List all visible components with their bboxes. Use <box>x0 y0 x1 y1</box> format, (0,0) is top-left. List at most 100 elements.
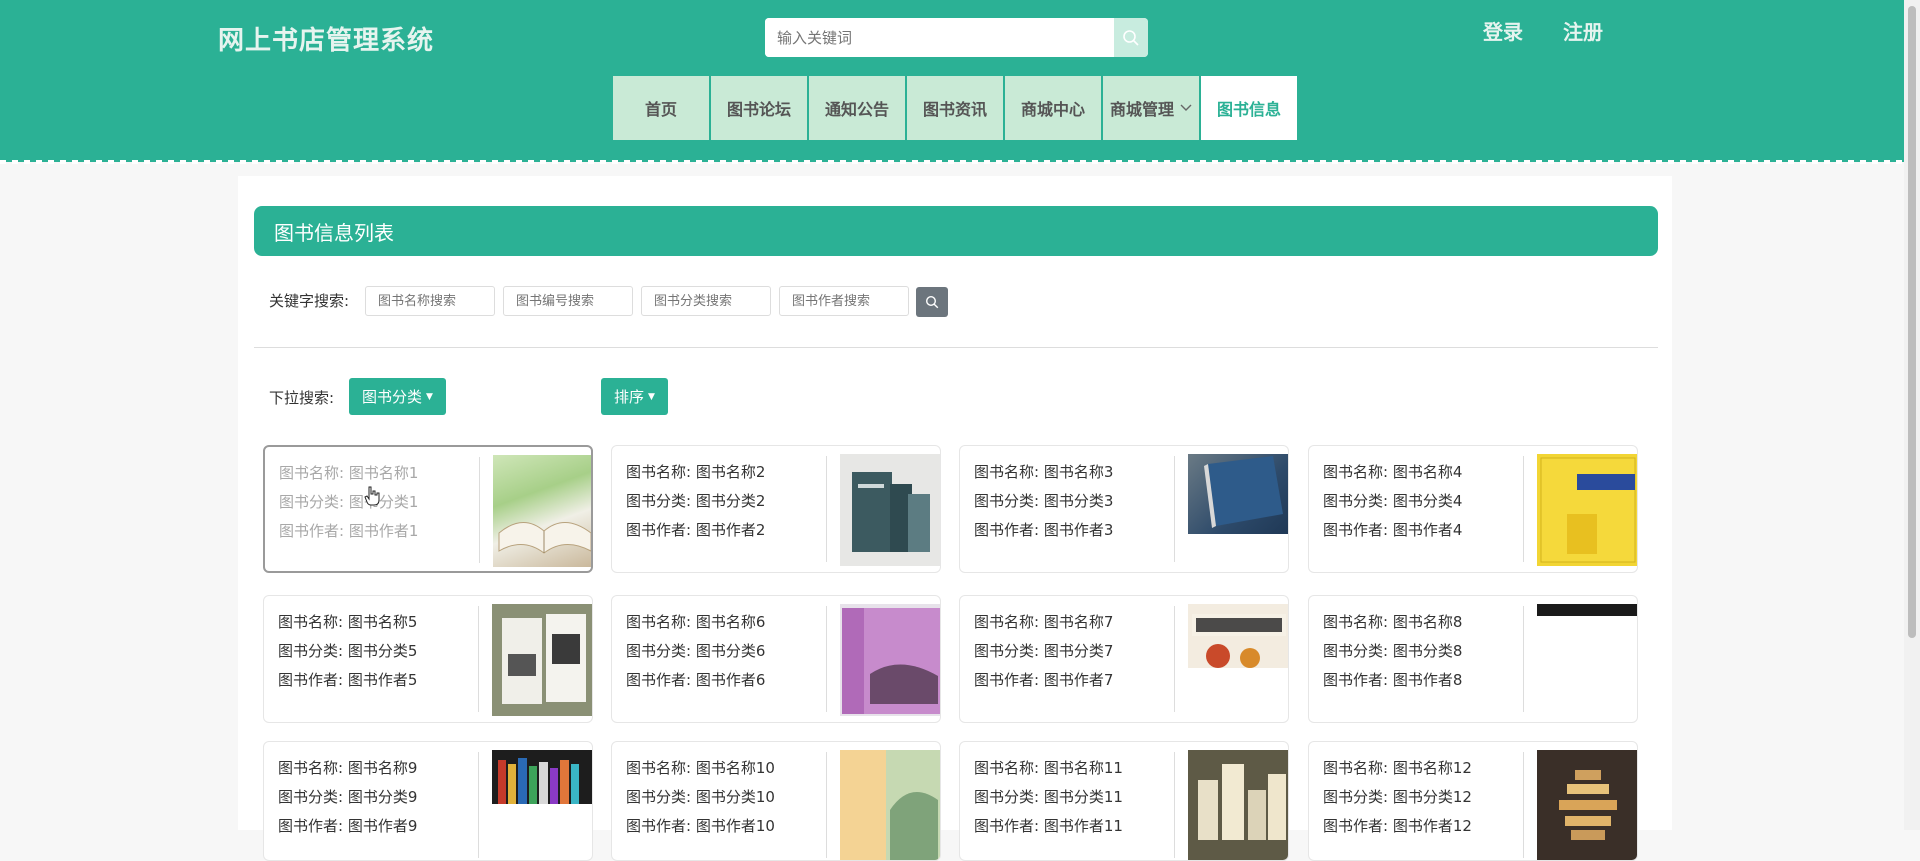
global-search-input[interactable] <box>765 18 1114 57</box>
chevron-down-icon <box>1180 104 1192 111</box>
book-name: 图书名称: 图书名称7 <box>974 613 1114 631</box>
nav-mall-management[interactable]: 商城管理 <box>1103 76 1199 140</box>
book-category: 图书分类: 图书分类1 <box>279 493 419 511</box>
book-name: 图书名称: 图书名称12 <box>1323 759 1472 777</box>
book-author: 图书作者: 图书作者2 <box>626 521 766 539</box>
book-cover-image[interactable] <box>1537 750 1637 860</box>
book-category: 图书分类: 图书分类3 <box>974 492 1114 510</box>
book-card[interactable]: 图书名称: 图书名称6 图书分类: 图书分类6 图书作者: 图书作者6 <box>611 595 941 723</box>
book-card[interactable]: 图书名称: 图书名称7 图书分类: 图书分类7 图书作者: 图书作者7 <box>959 595 1289 723</box>
open-book-image <box>498 522 591 554</box>
global-search-button[interactable] <box>1114 18 1148 57</box>
classic-novel-image <box>1192 614 1286 668</box>
book-name: 图书名称: 图书名称9 <box>278 759 418 777</box>
book-name-search-input[interactable] <box>365 286 495 316</box>
card-divider <box>1523 606 1524 712</box>
book-author: 图书作者: 图书作者5 <box>278 671 418 689</box>
book-id-search-input[interactable] <box>503 286 633 316</box>
book-info: 图书名称: 图书名称12 图书分类: 图书分类12 图书作者: 图书作者12 <box>1323 754 1472 841</box>
book-cover-image[interactable] <box>840 604 940 716</box>
book-author: 图书作者: 图书作者6 <box>626 671 766 689</box>
book-info: 图书名称: 图书名称7 图书分类: 图书分类7 图书作者: 图书作者7 <box>974 608 1113 695</box>
book-card[interactable]: 图书名称: 图书名称10 图书分类: 图书分类10 图书作者: 图书作者10 <box>611 741 941 861</box>
book-cover-image[interactable] <box>1188 750 1288 860</box>
nav-book-forum[interactable]: 图书论坛 <box>711 76 807 140</box>
card-divider <box>1174 752 1175 858</box>
book-cover-image[interactable] <box>840 454 940 566</box>
search-icon <box>925 295 939 309</box>
book-card[interactable]: 图书名称: 图书名称12 图书分类: 图书分类12 图书作者: 图书作者12 <box>1308 741 1638 861</box>
book-author: 图书作者: 图书作者4 <box>1323 521 1463 539</box>
nav-book-news[interactable]: 图书资讯 <box>907 76 1003 140</box>
page-scrollbar[interactable] <box>1904 0 1920 830</box>
book-author: 图书作者: 图书作者9 <box>278 817 418 835</box>
book-cover-image[interactable] <box>492 604 592 716</box>
book-card[interactable]: 图书名称: 图书名称4 图书分类: 图书分类4 图书作者: 图书作者4 <box>1308 445 1638 573</box>
book-info: 图书名称: 图书名称2 图书分类: 图书分类2 图书作者: 图书作者2 <box>626 458 765 545</box>
book-card[interactable]: 图书名称: 图书名称8 图书分类: 图书分类8 图书作者: 图书作者8 <box>1308 595 1638 723</box>
book-card[interactable]: 图书名称: 图书名称11 图书分类: 图书分类11 图书作者: 图书作者11 <box>959 741 1289 861</box>
book-card[interactable]: 图书名称: 图书名称9 图书分类: 图书分类9 图书作者: 图书作者9 <box>263 741 593 861</box>
card-divider <box>479 457 480 563</box>
nav-mall-center[interactable]: 商城中心 <box>1005 76 1101 140</box>
book-card[interactable]: 图书名称: 图书名称1 图书分类: 图书分类1 图书作者: 图书作者1 <box>263 445 593 573</box>
book-cover-image[interactable] <box>1537 454 1637 566</box>
book-category: 图书分类: 图书分类12 <box>1323 788 1472 806</box>
book-name: 图书名称: 图书名称6 <box>626 613 766 631</box>
book-cover-image[interactable] <box>492 750 592 804</box>
book-cover-image[interactable] <box>493 455 591 567</box>
book-author-search-input[interactable] <box>779 286 909 316</box>
sort-dropdown-button[interactable]: 排序 ▼ <box>601 378 668 415</box>
book-author: 图书作者: 图书作者8 <box>1323 671 1463 689</box>
book-author: 图书作者: 图书作者12 <box>1323 817 1472 835</box>
book-category: 图书分类: 图书分类4 <box>1323 492 1463 510</box>
book-author: 图书作者: 图书作者7 <box>974 671 1114 689</box>
global-search <box>765 18 1148 57</box>
book-tree-image <box>1559 770 1617 840</box>
book-name: 图书名称: 图书名称10 <box>626 759 775 777</box>
book-name: 图书名称: 图书名称5 <box>278 613 418 631</box>
category-dropdown-label: 图书分类 <box>362 388 423 406</box>
book-card[interactable]: 图书名称: 图书名称2 图书分类: 图书分类2 图书作者: 图书作者2 <box>611 445 941 573</box>
book-name: 图书名称: 图书名称1 <box>279 464 419 482</box>
caret-down-icon: ▼ <box>426 391 433 402</box>
book-info: 图书名称: 图书名称11 图书分类: 图书分类11 图书作者: 图书作者11 <box>974 754 1123 841</box>
book-author: 图书作者: 图书作者1 <box>279 522 419 540</box>
keyword-search-button[interactable] <box>916 287 948 317</box>
register-link[interactable]: 注册 <box>1563 16 1603 45</box>
nav-book-info[interactable]: 图书信息 <box>1201 76 1297 140</box>
book-cover-image[interactable] <box>1188 604 1288 668</box>
search-icon <box>1123 29 1139 46</box>
book-info: 图书名称: 图书名称3 图书分类: 图书分类3 图书作者: 图书作者3 <box>974 458 1113 545</box>
sort-dropdown-label: 排序 <box>614 388 645 406</box>
blue-book-image <box>1204 456 1283 528</box>
site-brand[interactable]: 网上书店管理系统 <box>218 20 434 57</box>
book-category: 图书分类: 图书分类6 <box>626 642 766 660</box>
book-author: 图书作者: 图书作者11 <box>974 817 1123 835</box>
book-name: 图书名称: 图书名称2 <box>626 463 766 481</box>
bookshelf-image <box>498 758 579 804</box>
photo-books-image <box>502 614 586 704</box>
book-card[interactable]: 图书名称: 图书名称5 图书分类: 图书分类5 图书作者: 图书作者5 <box>263 595 593 723</box>
login-link[interactable]: 登录 <box>1483 16 1523 45</box>
nav-announcements[interactable]: 通知公告 <box>809 76 905 140</box>
card-divider <box>826 456 827 562</box>
book-card[interactable]: 图书名称: 图书名称3 图书分类: 图书分类3 图书作者: 图书作者3 <box>959 445 1289 573</box>
book-cover-image[interactable] <box>1537 604 1637 616</box>
category-dropdown-button[interactable]: 图书分类 ▼ <box>349 378 446 415</box>
book-category: 图书分类: 图书分类5 <box>278 642 418 660</box>
book-author: 图书作者: 图书作者10 <box>626 817 775 835</box>
scrollbar-thumb[interactable] <box>1908 6 1916 638</box>
book-category: 图书分类: 图书分类10 <box>626 788 775 806</box>
mouse-pointer-icon <box>364 486 380 506</box>
purple-book-image <box>842 608 940 714</box>
book-cover-image[interactable] <box>1188 454 1288 534</box>
page-title: 图书信息列表 <box>254 206 1658 256</box>
nav-home[interactable]: 首页 <box>613 76 709 140</box>
card-divider <box>1523 456 1524 562</box>
card-divider <box>478 606 479 712</box>
book-name: 图书名称: 图书名称4 <box>1323 463 1463 481</box>
book-category-search-input[interactable] <box>641 286 771 316</box>
book-cover-image[interactable] <box>840 750 940 860</box>
book-stack-image <box>852 472 930 552</box>
